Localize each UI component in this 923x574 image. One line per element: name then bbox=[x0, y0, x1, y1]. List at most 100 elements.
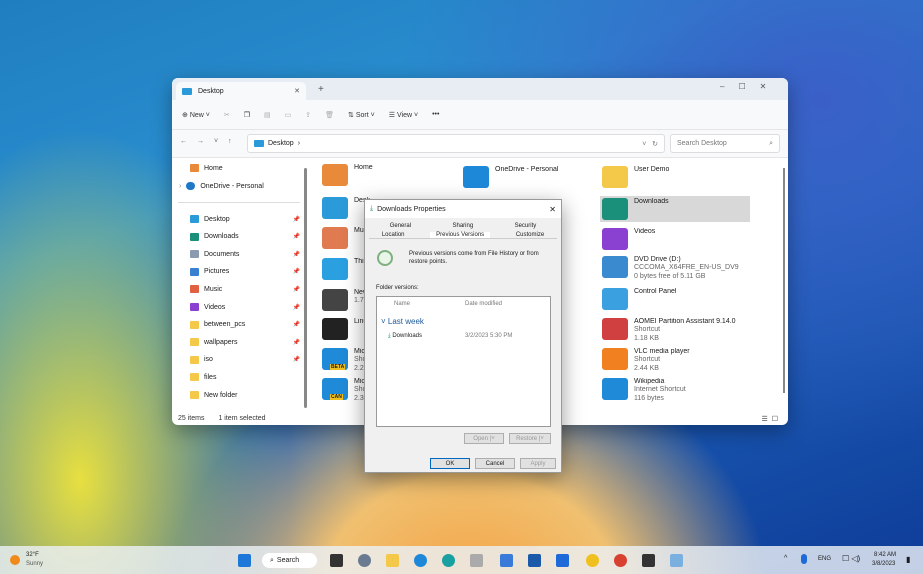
start-icon[interactable] bbox=[238, 554, 251, 567]
file-item[interactable]: Downloads bbox=[600, 196, 750, 222]
sidebar-item-downloads[interactable]: Downloads📌 bbox=[190, 233, 300, 241]
terminal-icon[interactable] bbox=[642, 554, 655, 567]
folder-icon bbox=[254, 140, 264, 147]
copy-icon[interactable]: ❐ bbox=[244, 111, 250, 119]
restore-button[interactable]: Restore |˅ bbox=[509, 433, 551, 444]
chevron-up-icon[interactable]: ^ bbox=[784, 555, 787, 562]
content-scrollbar[interactable] bbox=[783, 168, 785, 393]
versions-list[interactable]: Name Date modified ˅ Last week ⤓ Downloa… bbox=[376, 296, 551, 427]
apply-button[interactable]: Apply bbox=[520, 458, 556, 469]
weather-condition[interactable]: Sunny bbox=[26, 561, 43, 567]
ok-button[interactable]: OK bbox=[430, 458, 470, 469]
sidebar-item-iso[interactable]: iso📌 bbox=[190, 356, 300, 364]
notepad-icon[interactable] bbox=[500, 554, 513, 567]
tab-general[interactable]: General bbox=[390, 223, 411, 229]
cancel-button[interactable]: Cancel bbox=[475, 458, 515, 469]
cut-icon[interactable]: ✂ bbox=[224, 111, 230, 119]
sidebar-item-onedrive[interactable]: ›OneDrive - Personal bbox=[179, 182, 289, 190]
word-icon[interactable] bbox=[556, 554, 569, 567]
file-icon bbox=[602, 318, 628, 340]
clock-date[interactable]: 3/8/2023 bbox=[872, 561, 895, 567]
group-last-week[interactable]: ˅ Last week bbox=[381, 317, 424, 326]
sidebar-item-new-folder[interactable]: New folder bbox=[190, 391, 300, 399]
folder-icon bbox=[190, 285, 199, 293]
file-item[interactable]: OneDrive - Personal bbox=[463, 166, 573, 188]
new-button[interactable]: ⊕ New ˅ bbox=[182, 111, 210, 119]
weather-sun-icon[interactable] bbox=[10, 555, 20, 565]
close-tab-icon[interactable]: ✕ bbox=[294, 87, 300, 95]
chrome-icon[interactable] bbox=[614, 554, 627, 567]
sidebar-item-documents[interactable]: Documents📌 bbox=[190, 250, 300, 258]
file-item[interactable]: Home bbox=[322, 164, 374, 186]
file-item[interactable]: WikipediaInternet Shortcut116 bytes bbox=[602, 378, 752, 403]
share-icon[interactable]: ⇪ bbox=[305, 111, 311, 119]
sidebar-item-home[interactable]: Home bbox=[190, 164, 300, 172]
temperature[interactable]: 32°F bbox=[26, 552, 39, 558]
file-icon bbox=[602, 348, 628, 370]
sidebar-label: Desktop bbox=[204, 216, 230, 223]
sidebar-item-music[interactable]: Music📌 bbox=[190, 285, 300, 293]
store-icon[interactable] bbox=[528, 554, 541, 567]
tab-customize[interactable]: Customize bbox=[516, 232, 544, 238]
window-controls[interactable]: –☐✕ bbox=[720, 82, 780, 91]
file-item[interactable]: AOMEI Partition Assistant 9.14.0Shortcut… bbox=[602, 318, 752, 343]
tab-security[interactable]: Security bbox=[515, 223, 537, 229]
column-name[interactable]: Name bbox=[394, 301, 410, 307]
delete-icon[interactable]: 🗑 bbox=[325, 111, 334, 119]
taskbar-search[interactable]: ⌕ Search bbox=[262, 553, 317, 568]
tab-previous-versions[interactable]: Previous Versions bbox=[430, 232, 490, 238]
file-icon bbox=[602, 288, 628, 310]
tab-location[interactable]: Location bbox=[382, 232, 405, 238]
tab-desktop[interactable]: Desktop ✕ bbox=[176, 82, 306, 100]
sidebar-label: Documents bbox=[204, 251, 239, 258]
more-button[interactable]: ••• bbox=[432, 111, 439, 118]
cloud-icon bbox=[186, 182, 195, 190]
taskbar: 32°F Sunny ⌕ Search ^ ENG ☐ ◁) 8:42 AM 3… bbox=[0, 546, 923, 574]
file-item[interactable]: Videos bbox=[602, 228, 752, 250]
file-icon bbox=[322, 197, 348, 219]
view-button[interactable]: ☰ View ˅ bbox=[389, 111, 418, 119]
network-volume-icons[interactable]: ☐ ◁) bbox=[842, 554, 860, 563]
settings-icon[interactable] bbox=[358, 554, 371, 567]
close-icon[interactable]: ✕ bbox=[549, 205, 556, 214]
address-bar[interactable]: Desktop› ˅ ↻ bbox=[247, 134, 665, 153]
task-view-icon[interactable] bbox=[330, 554, 343, 567]
file-icon bbox=[322, 289, 348, 311]
refresh-icon[interactable]: ˅ ↻ bbox=[642, 140, 658, 148]
sidebar-item-pictures[interactable]: Pictures📌 bbox=[190, 268, 300, 276]
remote-desktop-icon[interactable] bbox=[670, 554, 683, 567]
clock-time[interactable]: 8:42 AM bbox=[874, 552, 896, 558]
sidebar-item-wallpapers[interactable]: wallpapers📌 bbox=[190, 338, 300, 346]
language-indicator[interactable]: ENG bbox=[818, 556, 831, 562]
sidebar-item-between-pcs[interactable]: between_pcs📌 bbox=[190, 321, 300, 329]
new-tab-button[interactable]: + bbox=[318, 84, 324, 95]
file-item[interactable]: DVD Drive (D:)CCCOMA_X64FRE_EN-US_DV90 b… bbox=[602, 256, 752, 281]
bluetooth-icon[interactable] bbox=[801, 554, 807, 564]
sidebar-item-desktop[interactable]: Desktop📌 bbox=[190, 215, 300, 223]
file-icon bbox=[322, 318, 348, 340]
file-item[interactable]: User Demo bbox=[602, 166, 752, 188]
search-input[interactable]: Search Desktop ⌕ bbox=[670, 134, 780, 153]
sidebar-scrollbar[interactable] bbox=[304, 168, 307, 408]
edge-beta-icon[interactable] bbox=[442, 554, 455, 567]
nav-buttons[interactable]: ←→˅↑ bbox=[180, 138, 242, 145]
file-item[interactable]: VLC media playerShortcut2.44 KB bbox=[602, 348, 752, 373]
version-row[interactable]: ⤓ Downloads 3/2/2023 5:30 PM bbox=[388, 333, 548, 340]
file-explorer-icon[interactable] bbox=[386, 554, 399, 567]
rename-icon[interactable]: ▭ bbox=[285, 111, 292, 119]
sidebar-item-files[interactable]: files bbox=[190, 373, 300, 381]
info-text: Previous versions come from File History… bbox=[409, 250, 544, 266]
open-button[interactable]: Open |˅ bbox=[464, 433, 504, 444]
canary-icon[interactable] bbox=[586, 554, 599, 567]
column-date[interactable]: Date modified bbox=[465, 301, 502, 307]
edge-icon[interactable] bbox=[414, 554, 427, 567]
tab-sharing[interactable]: Sharing bbox=[452, 223, 473, 229]
paste-icon[interactable]: ▤ bbox=[264, 111, 271, 119]
sort-button[interactable]: ⇅ Sort ˅ bbox=[348, 111, 375, 119]
snipping-icon[interactable] bbox=[470, 554, 483, 567]
notification-icon[interactable]: ▮ bbox=[906, 555, 910, 564]
view-toggle-icons[interactable]: ☰☐ bbox=[761, 415, 788, 423]
file-item[interactable]: Control Panel bbox=[602, 288, 752, 310]
sidebar-label: Downloads bbox=[204, 233, 239, 240]
sidebar-item-videos[interactable]: Videos📌 bbox=[190, 303, 300, 311]
